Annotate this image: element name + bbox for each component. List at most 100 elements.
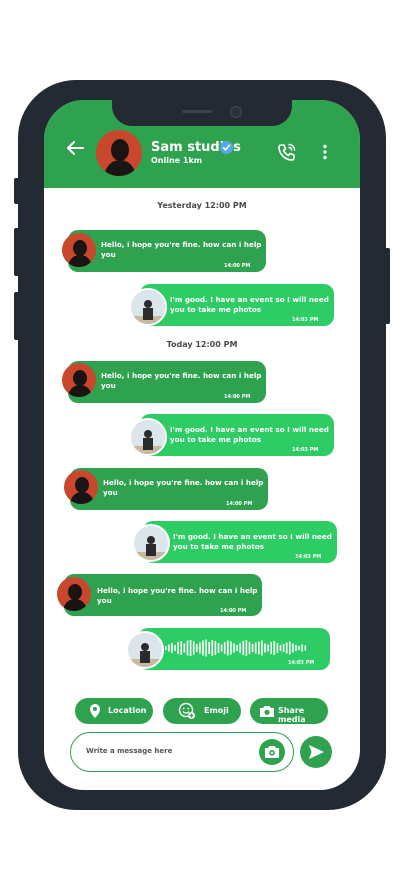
more-vert-icon[interactable] xyxy=(322,144,328,160)
message-text: you xyxy=(103,488,118,497)
sender-avatar xyxy=(62,233,96,267)
message-text: you to take me photos xyxy=(170,305,262,314)
waveform-bar xyxy=(298,646,300,650)
outgoing-message[interactable]: I'm good. I have an event so I will need… xyxy=(140,414,334,456)
message-time: 14:00 PM xyxy=(226,501,253,507)
waveform-bar xyxy=(270,642,272,654)
waveform-bar xyxy=(236,645,238,651)
waveform-bar xyxy=(254,642,257,654)
waveform-bar xyxy=(208,642,210,654)
camera-icon xyxy=(260,706,274,717)
share-media-button[interactable]: Share media xyxy=(250,698,328,724)
chat-header: Sam studios Online 1km xyxy=(44,100,360,188)
chat-screen: Sam studios Online 1km Yesterday 12:00 P… xyxy=(44,100,360,790)
message-text: I'm good. I have an event so I will need xyxy=(170,295,329,304)
message-text: you to take me photos xyxy=(170,435,262,444)
contact-status: Online 1km xyxy=(151,156,203,165)
message-time: 14:03 PM xyxy=(292,447,319,453)
phone-notch xyxy=(112,100,292,126)
waveform-bar xyxy=(174,645,176,651)
emoji-button[interactable]: Emoji xyxy=(163,698,241,724)
message-text: I'm good. I have an event so I will need xyxy=(170,425,329,434)
speaker-grille xyxy=(182,110,212,113)
message-text: Hello, i hope you're fine. how can i hel… xyxy=(101,371,262,380)
emoji-add-icon xyxy=(178,702,195,719)
waveform-bar xyxy=(258,641,260,655)
user-avatar xyxy=(129,418,167,456)
waveform-bar xyxy=(273,641,276,655)
waveform-bar xyxy=(189,640,192,656)
waveform-bar xyxy=(242,641,245,655)
waveform-bar xyxy=(180,641,183,655)
incoming-message[interactable]: Hello, i hope you're fine. how can i hel… xyxy=(68,361,266,403)
back-arrow-icon[interactable] xyxy=(66,140,84,156)
waveform-bar xyxy=(285,642,288,654)
waveform-bar xyxy=(227,640,229,656)
location-label: Location xyxy=(108,706,147,715)
waveform-bar xyxy=(233,643,235,653)
emoji-label: Emoji xyxy=(204,706,229,715)
waveform-bar xyxy=(171,643,173,653)
message-text: Hello, i hope you're fine. how can i hel… xyxy=(97,586,258,595)
waveform-bar xyxy=(282,644,285,652)
waveform-bar xyxy=(183,643,186,653)
waveform-bar xyxy=(267,644,269,652)
waveform-bar xyxy=(301,644,303,652)
camera-icon xyxy=(265,746,279,758)
message-time: 14:00 PM xyxy=(224,263,251,269)
verified-icon xyxy=(220,141,233,154)
waveform-bar xyxy=(202,640,204,656)
waveform-bar xyxy=(211,640,214,656)
waveform-bar xyxy=(245,640,248,656)
incoming-message[interactable]: Hello, i hope you're fine. how can i hel… xyxy=(70,468,268,510)
waveform-bar xyxy=(279,645,282,651)
waveform-bar xyxy=(230,641,232,655)
incoming-message[interactable]: Hello, i hope you're fine. how can i hel… xyxy=(64,574,262,616)
phone-volume-down xyxy=(14,292,20,340)
sender-avatar xyxy=(62,363,96,397)
share-media-label: Share media xyxy=(278,706,306,724)
waveform-bar xyxy=(196,644,198,652)
waveform-bar xyxy=(276,643,279,653)
waveform-bar xyxy=(220,644,223,652)
location-pin-icon xyxy=(90,704,100,718)
incoming-message[interactable]: Hello, i hope you're fine. how can i hel… xyxy=(68,230,266,272)
waveform-bar xyxy=(199,642,201,654)
attach-photo-button[interactable] xyxy=(259,739,285,765)
message-text: you xyxy=(97,596,112,605)
outgoing-message[interactable]: I'm good. I have an event so I will need… xyxy=(140,284,334,326)
phone-volume-up xyxy=(14,228,20,276)
waveform-bar xyxy=(214,641,217,655)
waveform-bar xyxy=(186,640,189,656)
waveform-bar xyxy=(289,641,291,655)
waveform-bar xyxy=(239,643,241,653)
waveform-bar xyxy=(261,640,263,656)
message-text: you to take me photos xyxy=(173,542,265,551)
voice-message[interactable]: 14:03 PM xyxy=(138,628,330,670)
phone-silent-switch xyxy=(14,178,20,204)
phone-power-button xyxy=(384,248,390,324)
message-time: 14:03 PM xyxy=(292,317,319,323)
phone-call-icon[interactable] xyxy=(277,142,297,162)
waveform-bar xyxy=(177,642,179,654)
audio-waveform[interactable] xyxy=(165,639,311,657)
waveform-bar xyxy=(248,642,251,654)
outgoing-message[interactable]: I'm good. I have an event so I will need… xyxy=(143,521,337,563)
message-placeholder: Write a message here xyxy=(86,747,173,755)
message-input[interactable]: Write a message here xyxy=(70,732,294,772)
user-avatar xyxy=(129,288,167,326)
waveform-bar xyxy=(264,643,266,653)
message-text: you xyxy=(101,381,116,390)
send-button[interactable] xyxy=(300,736,332,768)
contact-avatar[interactable] xyxy=(96,130,142,176)
location-button[interactable]: Location xyxy=(75,698,153,724)
waveform-bar xyxy=(168,644,170,652)
waveform-bar xyxy=(217,643,220,653)
user-avatar xyxy=(132,524,170,562)
waveform-bar xyxy=(223,642,226,654)
sender-avatar xyxy=(57,577,91,611)
message-text: I'm good. I have an event so I will need xyxy=(173,532,332,541)
message-text: Hello, i hope you're fine. how can i hel… xyxy=(101,240,262,249)
waveform-bar xyxy=(192,641,195,655)
waveform-bar xyxy=(165,646,167,650)
